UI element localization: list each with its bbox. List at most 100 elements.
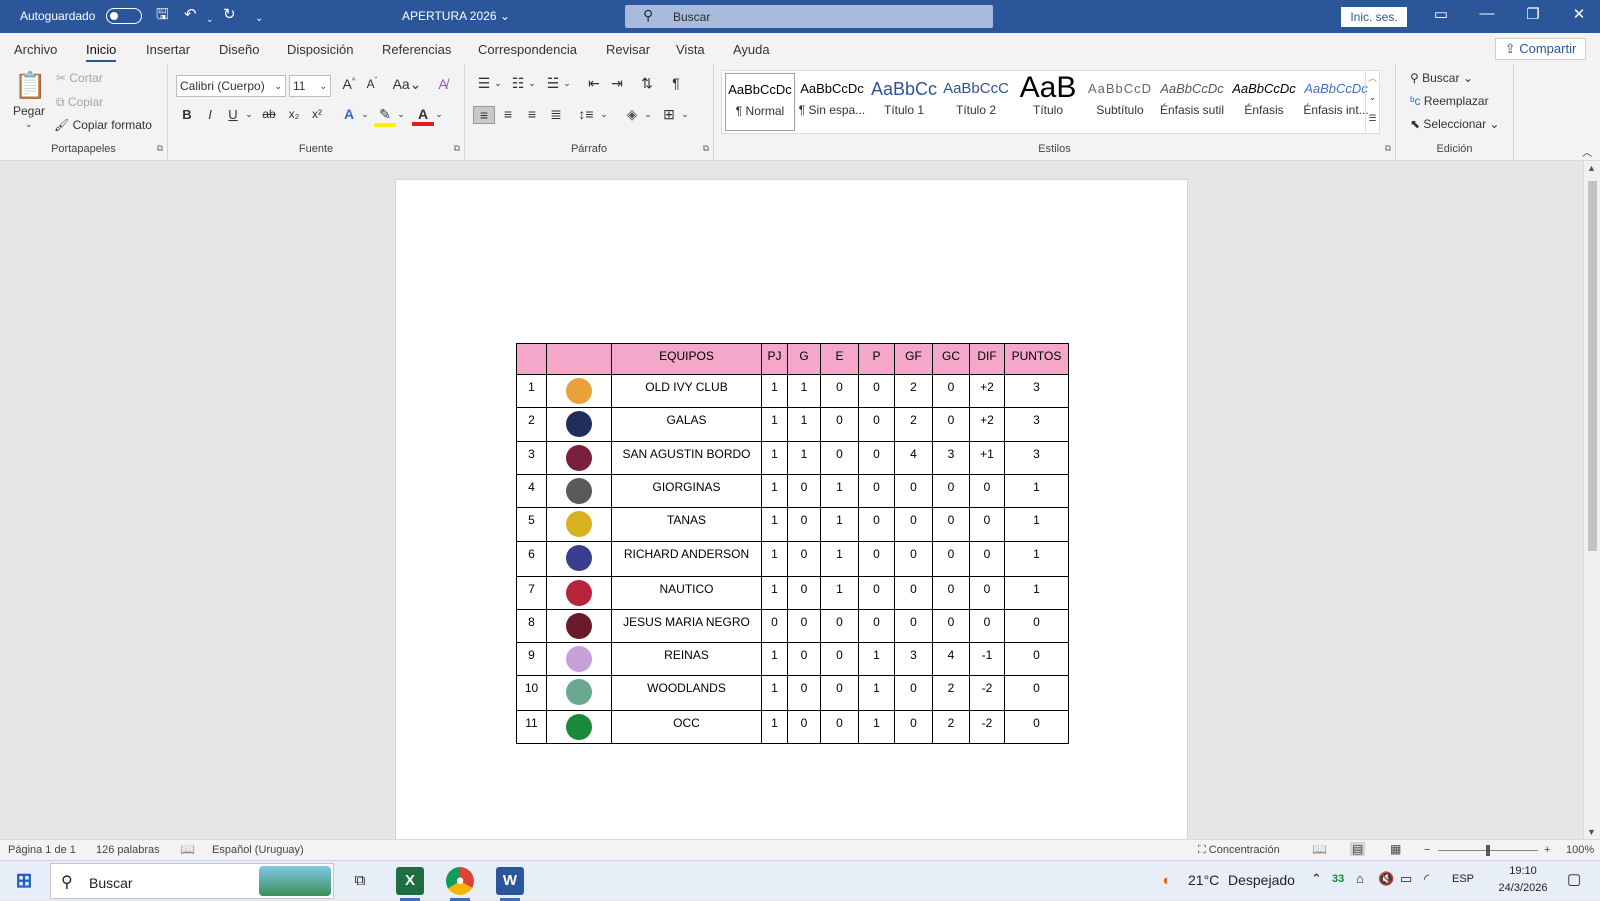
style-normal[interactable]: AaBbCcDc ¶ Normal	[725, 73, 795, 131]
taskbar-search[interactable]: ⚲ Buscar	[50, 863, 334, 899]
redo-icon[interactable]: ↻	[223, 6, 236, 24]
tab-correspondencia[interactable]: Correspondencia	[478, 42, 577, 57]
scroll-down-icon[interactable]: ▼	[1587, 827, 1596, 837]
windows-start-icon[interactable]: ⊞	[10, 867, 38, 895]
align-right-icon[interactable]: ≡	[521, 106, 543, 122]
document-page[interactable]: EQUIPOS PJ G E P GF GC DIF PUNTOS 1 OLD I…	[395, 179, 1188, 839]
clock-time[interactable]: 19:10	[1500, 865, 1546, 877]
italic-icon[interactable]: I	[199, 107, 221, 122]
sign-in-button[interactable]: Inic. ses.	[1341, 7, 1407, 27]
style-no-spacing[interactable]: AaBbCcDc ¶ Sin espa...	[797, 73, 867, 131]
zoom-out-icon[interactable]: −	[1424, 844, 1430, 856]
battery-icon[interactable]: ▭	[1400, 871, 1412, 887]
style-heading-1[interactable]: AaBbCc Título 1	[869, 73, 939, 131]
vertical-scrollbar[interactable]: ▲ ▼	[1583, 161, 1600, 839]
undo-icon[interactable]: ↶	[184, 6, 197, 24]
styles-scroll-down-icon[interactable]: ⌄	[1365, 92, 1379, 112]
increase-indent-icon[interactable]: ⇥	[606, 75, 628, 92]
weather-icon[interactable]: ◐	[1153, 867, 1181, 895]
multilevel-dropdown-icon[interactable]: ⌄	[556, 78, 578, 89]
zoom-in-icon[interactable]: +	[1544, 844, 1550, 856]
font-color-dropdown-icon[interactable]: ⌄	[428, 109, 450, 120]
input-language[interactable]: ESP	[1452, 873, 1474, 885]
word-count[interactable]: 126 palabras	[96, 844, 160, 856]
tab-inicio[interactable]: Inicio	[86, 42, 117, 62]
minimize-icon[interactable]: —	[1464, 5, 1510, 22]
zoom-level[interactable]: 100%	[1566, 844, 1594, 856]
tab-ayuda[interactable]: Ayuda	[733, 42, 770, 57]
read-mode-icon[interactable]: 📖	[1312, 842, 1327, 856]
volume-muted-icon[interactable]: 🔇	[1378, 871, 1394, 887]
wifi-icon[interactable]: ◜	[1424, 871, 1429, 887]
scroll-up-icon[interactable]: ▲	[1587, 163, 1596, 173]
numbering-dropdown-icon[interactable]: ⌄	[521, 78, 543, 89]
undo-dropdown-icon[interactable]: ⌄	[206, 10, 214, 28]
borders-dropdown-icon[interactable]: ⌄	[674, 109, 696, 120]
align-center-icon[interactable]: ≡	[497, 106, 519, 122]
format-painter-button[interactable]: 🖌 Copiar formato	[54, 118, 152, 132]
chevron-up-icon[interactable]: ⌃	[1311, 871, 1322, 887]
font-launcher-icon[interactable]: ⧉	[454, 143, 460, 154]
select-button[interactable]: ⬉ Seleccionar ⌄	[1410, 117, 1499, 131]
excel-icon[interactable]: X	[396, 867, 424, 901]
font-size-dropdown[interactable]: 11 ⌄	[289, 75, 331, 97]
bullets-dropdown-icon[interactable]: ⌄	[487, 78, 509, 89]
style-subtle-emphasis[interactable]: AaBbCcDc Énfasis sutil	[1157, 73, 1227, 131]
decrease-indent-icon[interactable]: ⇤	[583, 75, 605, 92]
change-case-icon[interactable]: Aa⌄	[392, 76, 422, 93]
text-effects-dropdown-icon[interactable]: ⌄	[354, 109, 376, 120]
collapse-ribbon-icon[interactable]: ︿	[1582, 144, 1592, 159]
clear-formatting-icon[interactable]: A̸	[432, 76, 454, 92]
tab-vista[interactable]: Vista	[676, 42, 705, 57]
customize-qat-icon[interactable]: ⌄	[255, 10, 263, 28]
chrome-icon[interactable]: ●	[446, 867, 474, 901]
paste-dropdown-icon[interactable]: ⌄	[25, 119, 33, 130]
clock-date[interactable]: 24/3/2026	[1492, 882, 1554, 894]
share-button[interactable]: ⇪ Compartir	[1495, 38, 1586, 60]
style-subtitle[interactable]: AaBbCcD Subtítulo	[1085, 73, 1155, 131]
shading-dropdown-icon[interactable]: ⌄	[637, 109, 659, 120]
align-left-icon[interactable]: ≡	[473, 106, 495, 124]
grow-font-icon[interactable]: A^	[338, 76, 360, 92]
superscript-icon[interactable]: x²	[306, 107, 328, 121]
web-layout-icon[interactable]: ▦	[1390, 842, 1401, 856]
styles-more-icon[interactable]: ☰	[1365, 113, 1379, 133]
tab-revisar[interactable]: Revisar	[606, 42, 650, 57]
styles-launcher-icon[interactable]: ⧉	[1385, 143, 1391, 154]
sort-icon[interactable]: ⇅	[636, 75, 658, 92]
tab-diseno[interactable]: Diseño	[219, 42, 259, 57]
print-layout-icon[interactable]: ▤	[1350, 842, 1366, 856]
save-icon[interactable]: 🖫	[156, 6, 169, 24]
strikethrough-icon[interactable]: ab	[258, 107, 280, 121]
search-box[interactable]: ⚲ Buscar	[625, 5, 993, 28]
show-marks-icon[interactable]: ¶	[665, 75, 687, 91]
weather-condition[interactable]: Despejado	[1228, 872, 1295, 888]
replace-button[interactable]: ᵇc Reemplazar	[1410, 94, 1489, 108]
tab-archivo[interactable]: Archivo	[14, 42, 57, 57]
bold-icon[interactable]: B	[176, 107, 198, 122]
notification-badge[interactable]: 33	[1332, 873, 1344, 885]
focus-button[interactable]: ⛶ Concentración	[1198, 844, 1280, 857]
line-spacing-dropdown-icon[interactable]: ⌄	[593, 109, 615, 120]
shrink-font-icon[interactable]: Aˇ	[361, 76, 383, 91]
cut-button[interactable]: ✂ Cortar	[56, 71, 103, 85]
page-count[interactable]: Página 1 de 1	[8, 844, 76, 856]
justify-icon[interactable]: ≣	[545, 106, 567, 123]
style-heading-2[interactable]: AaBbCcC Título 2	[941, 73, 1011, 131]
copy-button[interactable]: ⧉ Copiar	[56, 95, 103, 110]
paste-icon[interactable]: 📋	[14, 70, 46, 101]
tab-insertar[interactable]: Insertar	[146, 42, 190, 57]
styles-scroll-up-icon[interactable]: ︿	[1365, 71, 1379, 91]
underline-dropdown-icon[interactable]: ⌄	[238, 109, 260, 120]
style-emphasis[interactable]: AaBbCcDc Énfasis	[1229, 73, 1299, 131]
find-button[interactable]: ⚲ Buscar ⌄	[1410, 71, 1473, 85]
task-view-icon[interactable]: ⧉	[346, 867, 374, 895]
weather-temp[interactable]: 21°C	[1188, 872, 1219, 888]
paste-button[interactable]: Pegar	[13, 104, 45, 118]
highlight-dropdown-icon[interactable]: ⌄	[390, 109, 412, 120]
subscript-icon[interactable]: x₂	[283, 107, 305, 121]
tab-disposicion[interactable]: Disposición	[287, 42, 353, 57]
autosave-toggle[interactable]	[106, 8, 142, 24]
camera-icon[interactable]: ⌂	[1356, 871, 1364, 886]
notifications-icon[interactable]: ▢	[1567, 870, 1581, 888]
